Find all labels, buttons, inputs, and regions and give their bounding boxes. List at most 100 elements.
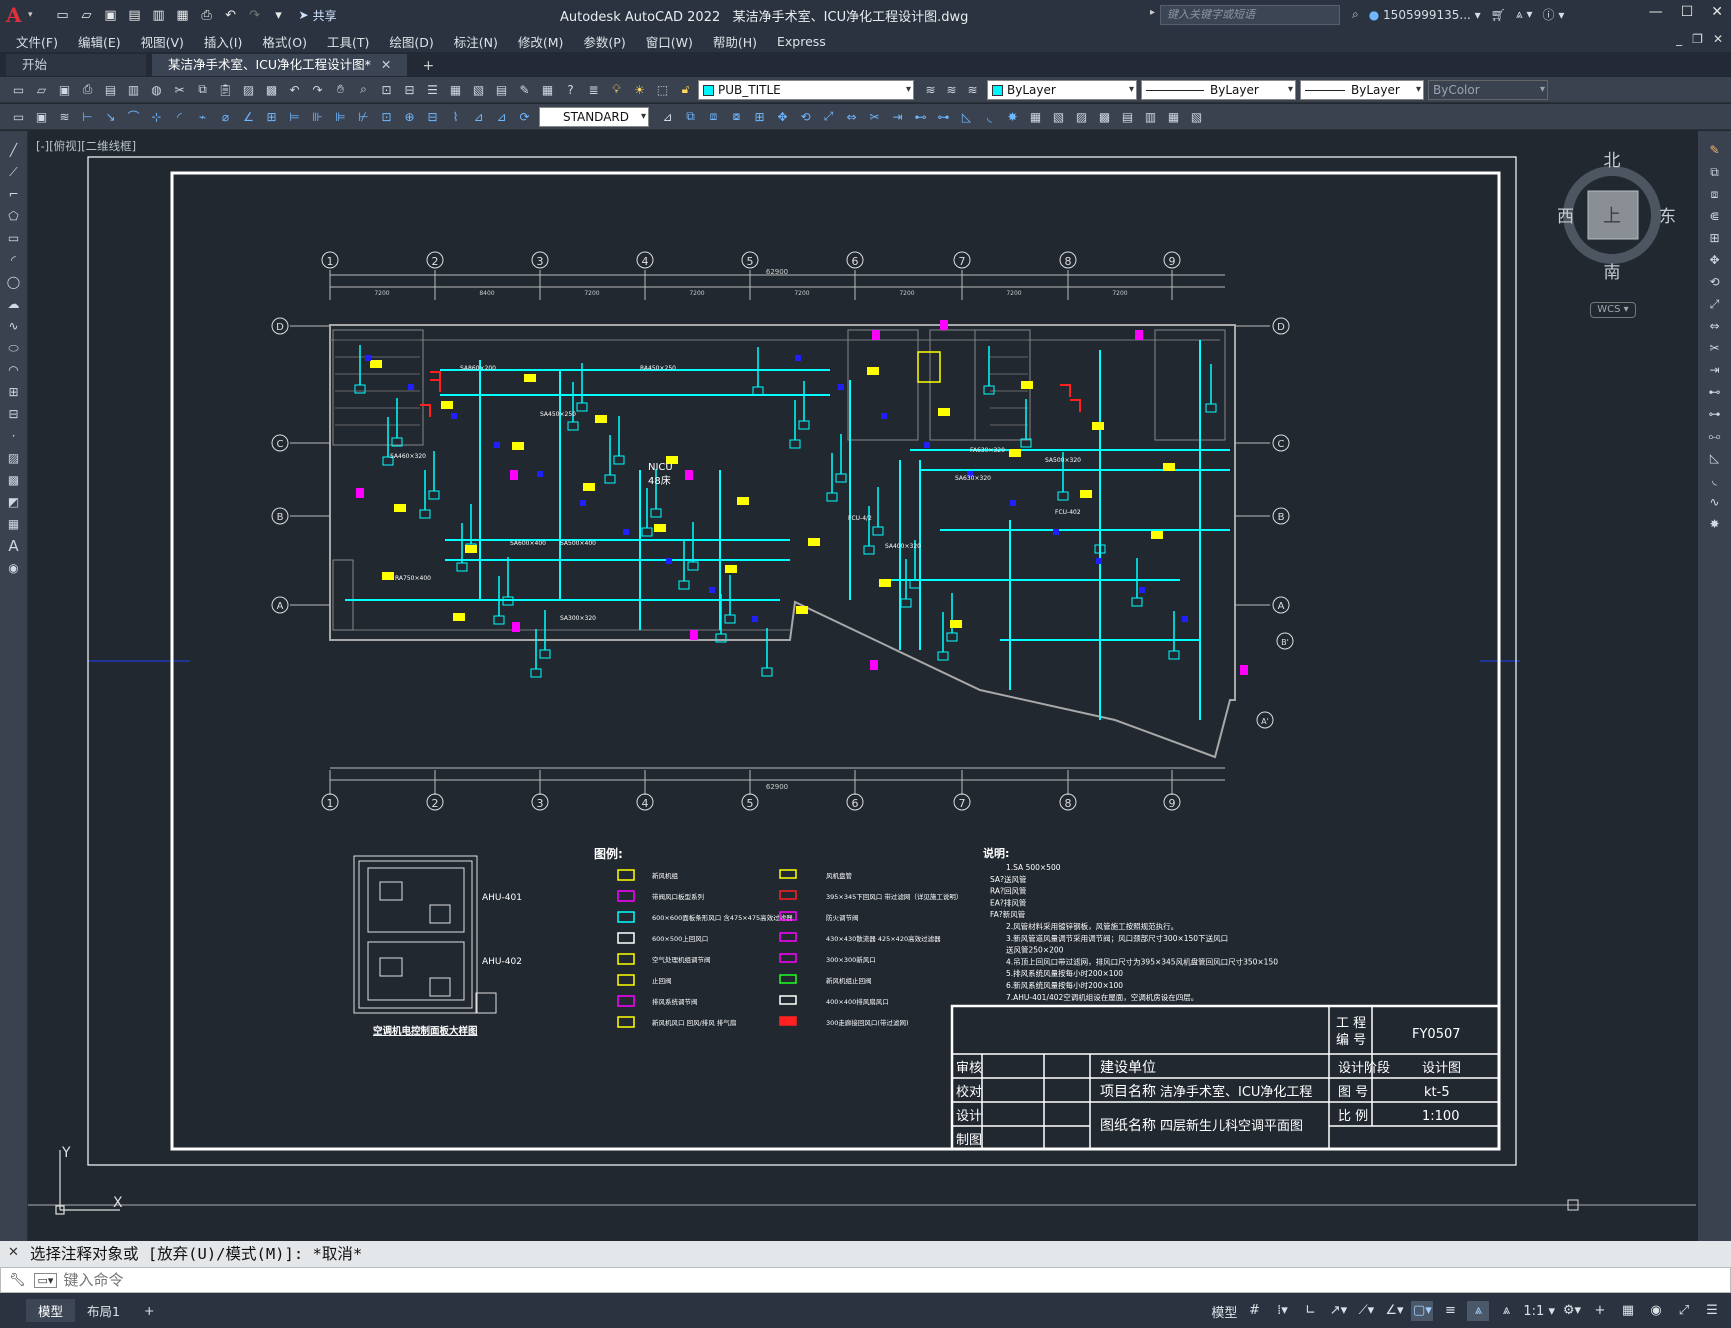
new-icon[interactable]: ▭ xyxy=(53,5,73,25)
zoom-previous-icon[interactable]: ⊟ xyxy=(399,80,420,100)
command-recent-icon[interactable]: ▭▾ xyxy=(33,1272,58,1288)
layer-previous-icon[interactable]: ≋ xyxy=(941,80,962,100)
snap-icon[interactable]: ⁞▾ xyxy=(1271,1301,1293,1321)
ordinate-icon[interactable]: ⊹ xyxy=(146,107,167,127)
auto-scale-icon[interactable]: ⩓ xyxy=(1495,1301,1517,1321)
tab-model[interactable]: 模型 xyxy=(26,1299,76,1322)
lightbulb-icon[interactable]: 💡︎ xyxy=(606,80,627,100)
circle-icon[interactable]: ◯ xyxy=(4,273,24,291)
insert-block-icon[interactable]: ⊞ xyxy=(4,383,24,401)
tab-start[interactable]: 开始 xyxy=(6,54,146,76)
mtext-icon[interactable]: A xyxy=(4,537,24,555)
osnap-tracking-icon[interactable]: ∠▾ xyxy=(1383,1301,1405,1321)
cart-icon[interactable]: 🛒︎ xyxy=(1491,8,1506,22)
autodesk-app-icon[interactable]: ⩓ ▾ xyxy=(1516,7,1533,22)
send-back-icon[interactable]: ▨ xyxy=(1071,107,1092,127)
doc-minimize-button[interactable]: _ xyxy=(1676,32,1682,46)
hatch-icon[interactable]: ▨ xyxy=(4,449,24,467)
break-icon[interactable]: ⊬ xyxy=(353,107,374,127)
help-icon[interactable]: ? xyxy=(560,80,581,100)
construction-line-icon[interactable]: ⟋ xyxy=(4,163,24,181)
make-block-icon[interactable]: ⊟ xyxy=(4,405,24,423)
image-icon[interactable]: ▧ xyxy=(1186,107,1207,127)
break-point-icon[interactable]: ⊶ xyxy=(1705,405,1725,423)
isolate-icon[interactable]: ◉ xyxy=(1645,1301,1667,1321)
diameter-icon[interactable]: ⌀ xyxy=(215,107,236,127)
match-properties-icon[interactable]: ▨ xyxy=(238,80,259,100)
redo-icon[interactable]: ↷ xyxy=(307,80,328,100)
menu-parametric[interactable]: 参数(P) xyxy=(573,32,635,51)
tool-palettes-icon[interactable]: ▧ xyxy=(468,80,489,100)
markup-icon[interactable]: ✎ xyxy=(514,80,535,100)
copy-icon[interactable]: ⧉ xyxy=(192,80,213,100)
blend-icon[interactable]: ∿ xyxy=(1705,493,1725,511)
menu-draw[interactable]: 绘图(D) xyxy=(379,32,443,51)
arc-length-icon[interactable]: ⌒ xyxy=(123,107,144,127)
dimtedit-icon[interactable]: ⊿ xyxy=(491,107,512,127)
menu-window[interactable]: 窗口(W) xyxy=(636,32,703,51)
center-mark-icon[interactable]: ⊕ xyxy=(399,107,420,127)
menu-modify[interactable]: 修改(M) xyxy=(508,32,574,51)
new-icon[interactable]: ▭ xyxy=(8,80,29,100)
properties-icon[interactable]: ☰ xyxy=(422,80,443,100)
gradient-icon[interactable]: ▩ xyxy=(4,471,24,489)
paste-icon[interactable]: 📋︎ xyxy=(215,80,236,100)
dimupdate-icon[interactable]: ⟳ xyxy=(514,107,535,127)
aligned-dimension-icon[interactable]: ↘ xyxy=(100,107,121,127)
plotstyle-dropdown[interactable]: ByColor ▾ xyxy=(1428,79,1548,100)
menu-tools[interactable]: 工具(T) xyxy=(317,32,379,51)
plot-preview-icon[interactable]: ▤ xyxy=(100,80,121,100)
hardware-accel-icon[interactable]: ▦ xyxy=(1617,1301,1639,1321)
layer-icon[interactable]: ≋ xyxy=(54,107,75,127)
menu-format[interactable]: 格式(O) xyxy=(252,32,317,51)
mirror-icon[interactable]: ⧈ xyxy=(703,107,724,127)
ortho-icon[interactable]: ∟ xyxy=(1299,1301,1321,1321)
viewcube-south[interactable]: 南 xyxy=(1604,263,1621,283)
redo-icon[interactable]: ↷ xyxy=(245,5,265,25)
menu-express[interactable]: Express xyxy=(767,34,836,49)
space-icon[interactable]: ⊫ xyxy=(330,107,351,127)
command-input[interactable] xyxy=(63,1271,1564,1289)
layer-dropdown[interactable]: PUB_TITLE ▾ xyxy=(698,79,914,100)
spline-icon[interactable]: ∿ xyxy=(4,317,24,335)
zoom-realtime-icon[interactable]: ⌕ xyxy=(353,80,374,100)
rectangle-icon[interactable]: ▭ xyxy=(4,229,24,247)
rotate-icon[interactable]: ⟲ xyxy=(795,107,816,127)
user-account[interactable]: ● 1505999135... ▾ xyxy=(1369,8,1481,22)
fullscreen-icon[interactable]: ⤢ xyxy=(1673,1301,1695,1321)
annotation-scale[interactable]: 1:1 ▾ xyxy=(1523,1304,1555,1319)
layer-states-icon[interactable]: ≋ xyxy=(962,80,983,100)
minimize-button[interactable]: — xyxy=(1649,4,1663,20)
lock-icon[interactable]: 🔓︎ xyxy=(675,80,696,100)
menu-insert[interactable]: 插入(I) xyxy=(194,32,252,51)
trim-icon[interactable]: ✂ xyxy=(864,107,885,127)
search-icon[interactable]: ⌕ xyxy=(1352,7,1359,22)
polyline-icon[interactable]: ⌐ xyxy=(4,185,24,203)
erase-icon[interactable]: ✎ xyxy=(1705,141,1725,159)
save-web-icon[interactable]: ▦ xyxy=(173,5,193,25)
doc-close-button[interactable]: ✕ xyxy=(1713,32,1723,46)
table-icon[interactable]: ▦ xyxy=(4,515,24,533)
angular-icon[interactable]: ∠ xyxy=(238,107,259,127)
join-icon[interactable]: ⧟ xyxy=(1705,427,1725,445)
viewcube[interactable]: 上 北 南 西 东 xyxy=(1554,150,1684,283)
menu-edit[interactable]: 编辑(E) xyxy=(68,32,131,51)
offset-icon[interactable]: ⧇ xyxy=(726,107,747,127)
region-icon[interactable]: ◩ xyxy=(4,493,24,511)
lineweight-dropdown[interactable]: ByLayer ▾ xyxy=(1300,79,1424,100)
scale-icon[interactable]: ⤢ xyxy=(1705,295,1725,313)
tolerance-icon[interactable]: ⊡ xyxy=(376,107,397,127)
move-icon[interactable]: ✥ xyxy=(772,107,793,127)
array-icon[interactable]: ⊞ xyxy=(749,107,770,127)
dimstyle-dropdown[interactable]: STANDARD ▾ xyxy=(539,106,649,127)
wcs-menu[interactable]: WCS ▾ xyxy=(1590,302,1636,318)
viewcube-west[interactable]: 西 xyxy=(1557,207,1574,227)
copy-object-icon[interactable]: ⧉ xyxy=(680,107,701,127)
dimstyle-icon[interactable]: ⊿ xyxy=(657,107,678,127)
explode-icon[interactable]: ✸ xyxy=(1002,107,1023,127)
menu-help[interactable]: 帮助(H) xyxy=(703,32,767,51)
break-icon[interactable]: ⊷ xyxy=(1705,383,1725,401)
new-tab-button[interactable]: + xyxy=(417,56,439,76)
close-icon[interactable]: ✕ xyxy=(381,57,391,72)
app-menu-arrow-icon[interactable]: ▾ xyxy=(28,10,33,20)
